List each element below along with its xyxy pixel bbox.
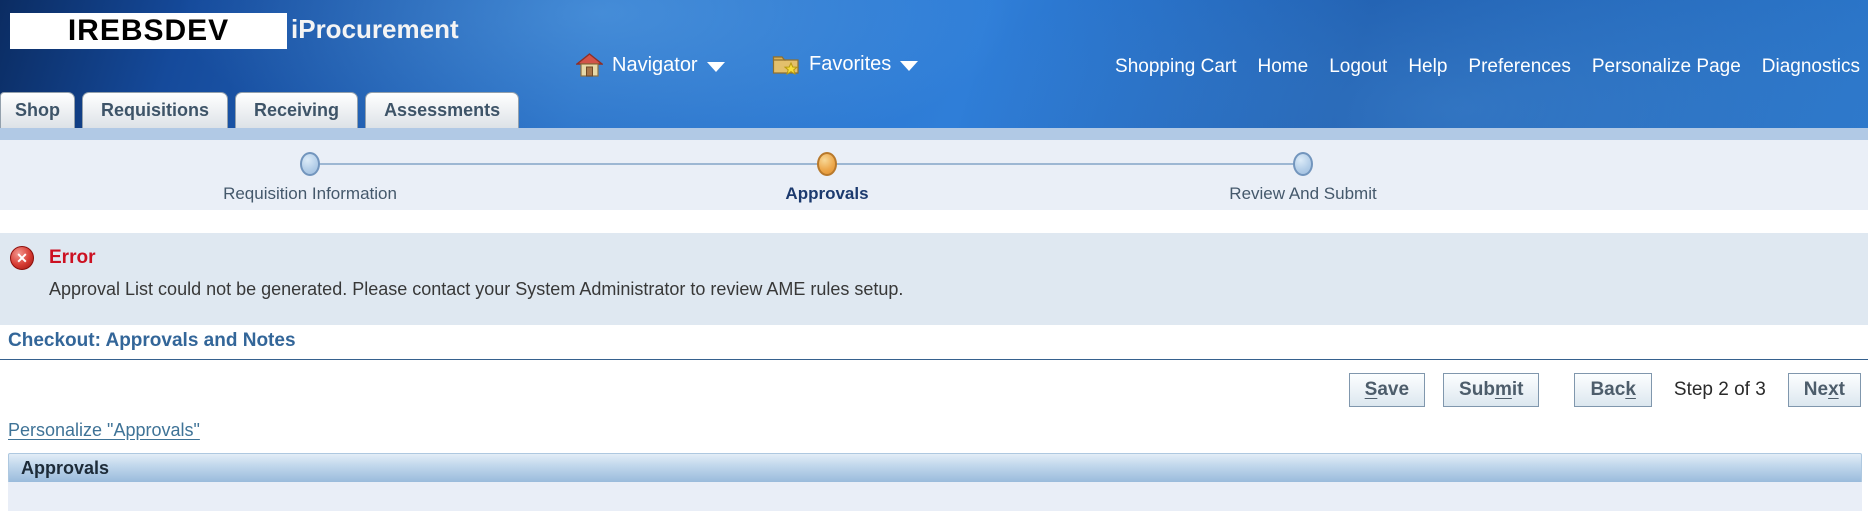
action-button-bar: Save Sub m it Bac k Step 2 of 3 Ne x t (0, 373, 1861, 407)
home-icon (576, 52, 603, 79)
error-banner: ✕ Error Approval List could not be gener… (0, 233, 1868, 325)
link-diagnostics[interactable]: Diagnostics (1762, 56, 1860, 78)
link-logout[interactable]: Logout (1329, 56, 1387, 78)
approvals-section-header: Approvals (8, 453, 1862, 482)
train-connector-line (310, 163, 1303, 165)
navigator-menu[interactable]: Navigator (576, 52, 725, 79)
train-stop-approvals (817, 152, 837, 176)
tab-requisitions[interactable]: Requisitions (82, 92, 229, 128)
error-title: Error (49, 247, 96, 268)
approvals-section-body (8, 482, 1862, 511)
train-label-approvals: Approvals (785, 184, 869, 203)
chevron-down-icon (706, 62, 725, 72)
spacer (0, 210, 1868, 233)
step-indicator: Step 2 of 3 (1673, 379, 1766, 400)
submit-button[interactable]: Sub m it (1443, 373, 1540, 407)
tab-receiving[interactable]: Receiving (235, 92, 359, 128)
link-preferences[interactable]: Preferences (1468, 56, 1570, 78)
favorites-label: Favorites (809, 52, 892, 75)
favorites-folder-icon (772, 52, 800, 76)
tab-assessments[interactable]: Assessments (365, 92, 520, 128)
save-button[interactable]: Save (1348, 373, 1426, 407)
train-label-review-and-submit[interactable]: Review And Submit (1229, 184, 1376, 204)
logo-text: IREBSDEV (67, 14, 230, 47)
link-shopping-cart[interactable]: Shopping Cart (1115, 56, 1236, 78)
link-home[interactable]: Home (1258, 56, 1309, 78)
approvals-section: Approvals (8, 453, 1862, 511)
checkout-progress-train: Requisition Information Approvals Review… (0, 140, 1868, 210)
next-button[interactable]: Ne x t (1787, 373, 1861, 407)
back-button[interactable]: Bac k (1574, 373, 1652, 407)
app-header: IREBSDEV iProcurement Navigator Favorite… (0, 0, 1868, 128)
train-stop-requisition-information[interactable] (300, 152, 320, 176)
favorites-menu[interactable]: Favorites (772, 52, 919, 76)
train-label-requisition-information[interactable]: Requisition Information (223, 184, 397, 204)
personalize-approvals-link[interactable]: Personalize "Approvals" (8, 420, 200, 441)
error-icon: ✕ (10, 246, 34, 270)
approvals-section-title: Approvals (21, 457, 110, 478)
main-tabs: Shop Requisitions Receiving Assessments (0, 92, 520, 128)
train-stop-review-and-submit[interactable] (1293, 152, 1313, 176)
app-title: iProcurement (291, 14, 459, 44)
link-help[interactable]: Help (1408, 56, 1447, 78)
tab-divider-strip (0, 128, 1868, 140)
global-links: Shopping Cart Home Logout Help Preferenc… (1115, 56, 1860, 78)
company-logo: IREBSDEV (10, 13, 287, 49)
chevron-down-icon (900, 60, 919, 71)
page-title: Checkout: Approvals and Notes (8, 330, 296, 351)
tab-shop[interactable]: Shop (0, 92, 75, 128)
heading-divider (0, 359, 1868, 360)
navigator-label: Navigator (612, 54, 698, 76)
error-message: Approval List could not be generated. Pl… (49, 279, 904, 299)
link-personalize-page[interactable]: Personalize Page (1592, 56, 1741, 78)
